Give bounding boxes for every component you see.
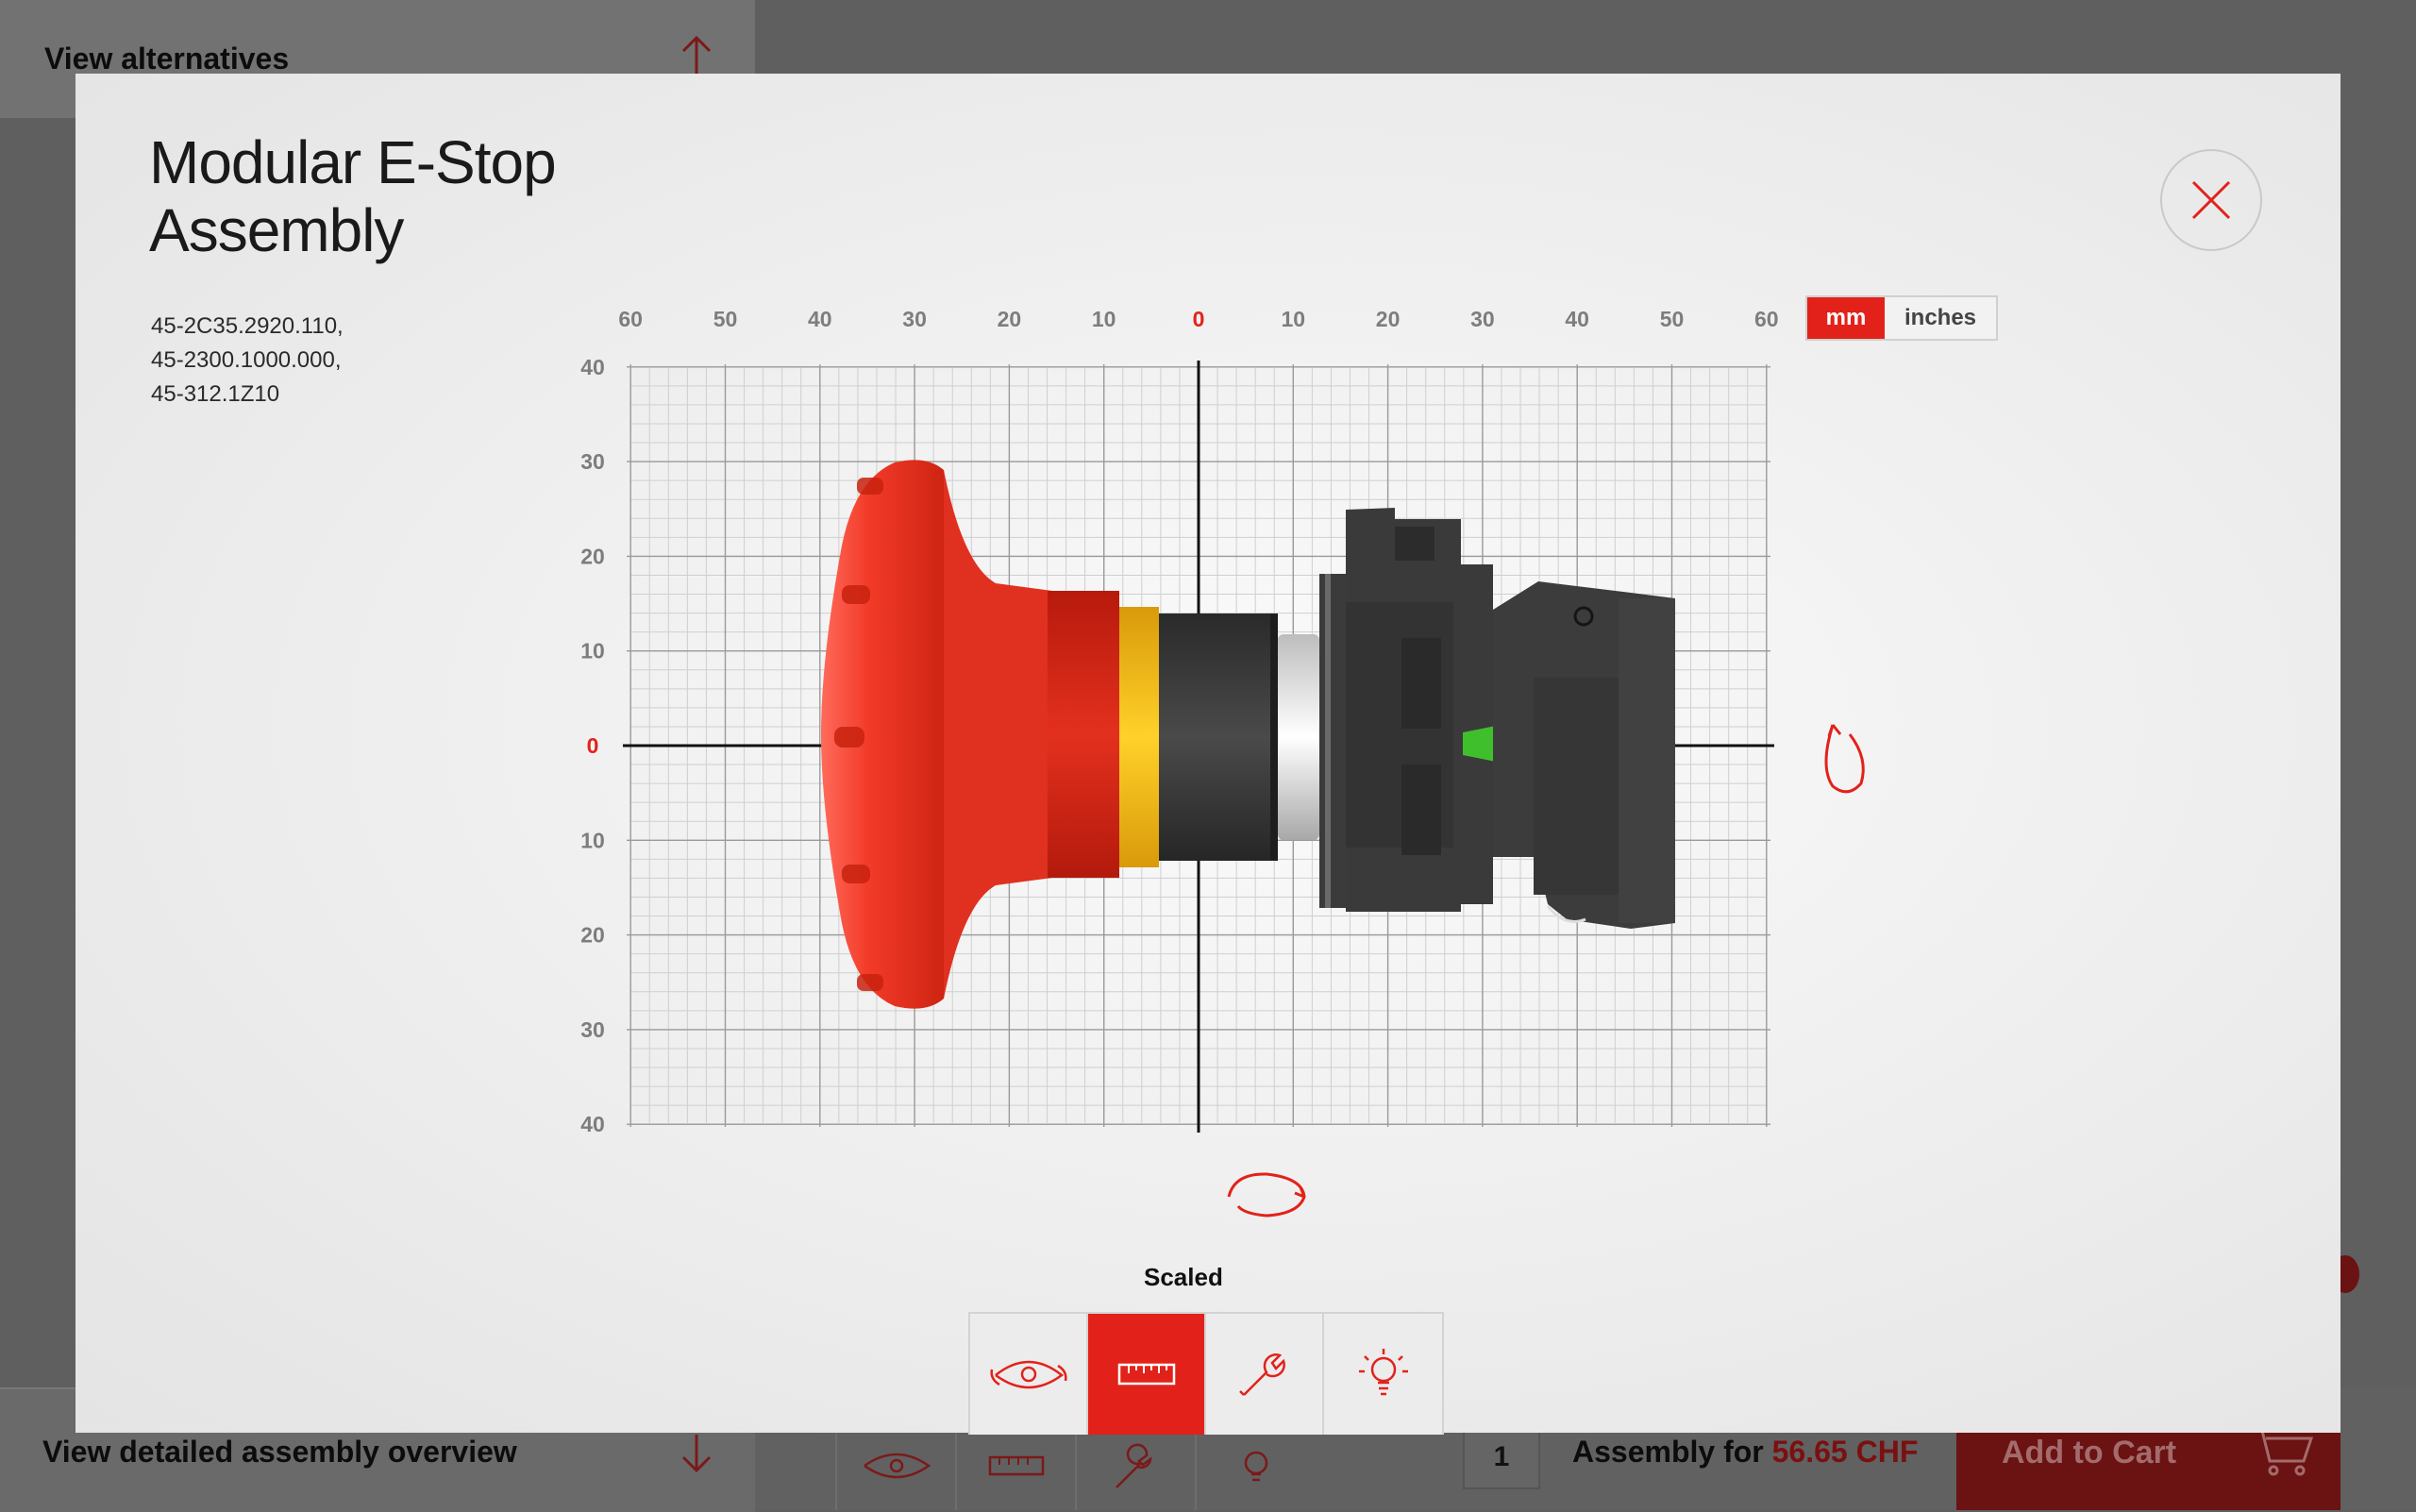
view-mode-toolbar: [968, 1312, 1444, 1435]
x-tick-label: 10: [1092, 307, 1116, 331]
lightbulb-icon: [1358, 1349, 1408, 1396]
x-tick-label: 50: [713, 307, 738, 331]
cart-icon: [2249, 1425, 2315, 1483]
x-tick-label: 40: [1565, 307, 1589, 331]
x-tick-label: 30: [902, 307, 927, 331]
rotate-horizontal-icon[interactable]: [1227, 1172, 1306, 1218]
y-tick-label: 10: [580, 639, 605, 664]
scaled-button[interactable]: [1088, 1314, 1206, 1435]
rotate-vertical-icon[interactable]: [1824, 724, 1865, 794]
red-neck: [1048, 591, 1119, 878]
x-tick-label: 20: [998, 307, 1022, 331]
quantity-input[interactable]: 1: [1463, 1425, 1540, 1489]
wrench-icon: [1238, 1353, 1285, 1396]
y-tick-label: 40: [580, 355, 605, 379]
mounting-collar: [1159, 613, 1276, 861]
x-tick-label: 50: [1660, 307, 1685, 331]
mode-label: Scaled: [1144, 1263, 1223, 1291]
x-tick-label: 10: [1282, 307, 1306, 331]
y-tick-label: 10: [580, 828, 605, 852]
add-to-cart-label: Add to Cart: [2002, 1435, 2177, 1470]
y-tick-label: 20: [580, 923, 605, 948]
x-tick-label: 60: [1754, 307, 1779, 331]
metal-shaft: [1278, 634, 1319, 840]
eye-rotate-icon: [835, 1420, 955, 1510]
x-tick-label: 60: [618, 307, 643, 331]
assembly-price: 56.65 CHF: [1771, 1435, 1919, 1469]
y-tick-label: 30: [580, 449, 605, 474]
view-alternatives-heading: View alternatives: [44, 42, 290, 76]
product-viewer-modal: Modular E-Stop Assembly 45-2C35.2920.110…: [76, 74, 2340, 1435]
view-overview-heading: View detailed assembly overview: [42, 1435, 517, 1469]
scaled-product-view[interactable]: 60 50 40 30 20 10 0 10 20 30 40 50 60 40 30 20 10 0 10 20 30…: [76, 74, 2340, 1433]
y-tick-label: 40: [580, 1112, 605, 1136]
yellow-collar: [1119, 607, 1159, 867]
assembly-button[interactable]: [1206, 1314, 1324, 1435]
x-tick-label: 0: [1193, 307, 1205, 331]
eye-rotate-icon: [989, 1360, 1067, 1389]
arrow-down-icon: [678, 1433, 715, 1479]
e-stop-render: [821, 460, 1675, 1009]
assembly-price-label: Assembly for 56.65 CHF: [1572, 1435, 1918, 1470]
illumination-button[interactable]: [1324, 1314, 1442, 1435]
y-tick-label: 30: [580, 1017, 605, 1042]
x-tick-label: 20: [1376, 307, 1401, 331]
y-tick-label: 0: [587, 733, 599, 758]
rotate-view-button[interactable]: [970, 1314, 1088, 1435]
assembly-prefix: Assembly for: [1572, 1435, 1764, 1469]
y-tick-label: 20: [580, 544, 605, 568]
ruler-icon: [1117, 1363, 1175, 1386]
x-tick-label: 30: [1470, 307, 1495, 331]
x-tick-label: 40: [808, 307, 832, 331]
